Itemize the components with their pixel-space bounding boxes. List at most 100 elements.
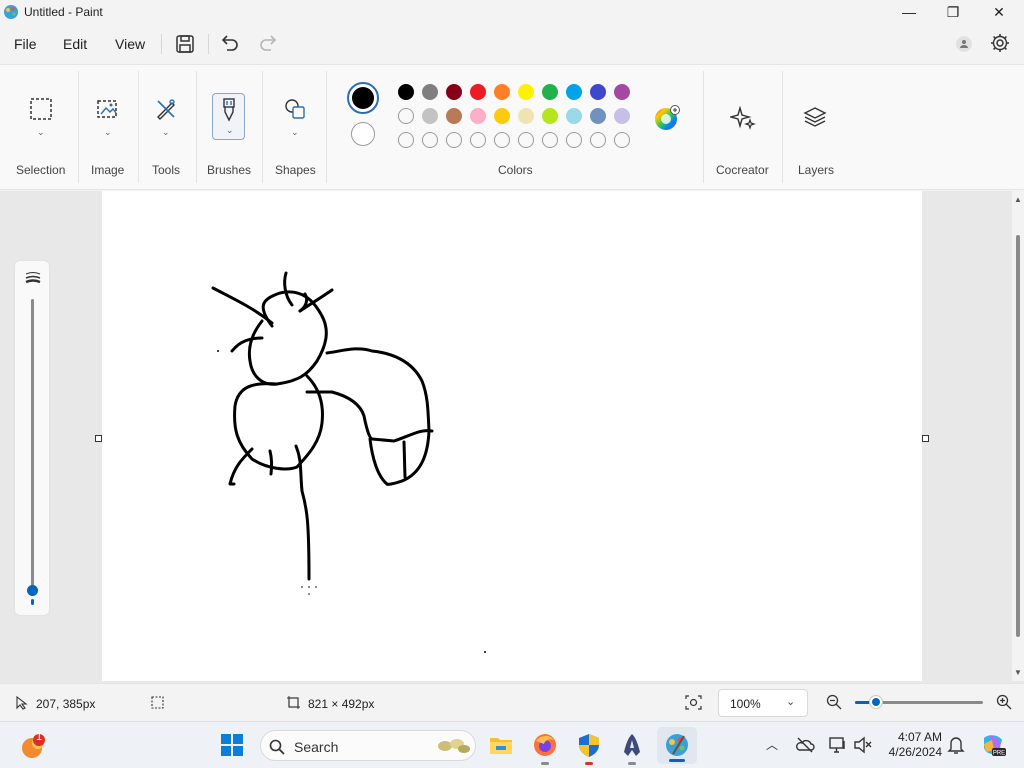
volume-muted-icon[interactable] — [853, 735, 873, 755]
custom-color-slot[interactable] — [422, 132, 438, 148]
menu-edit[interactable]: Edit — [63, 36, 87, 52]
onedrive-offline-icon[interactable] — [795, 735, 815, 755]
zoom-slider-thumb[interactable] — [870, 696, 882, 708]
custom-color-slot[interactable] — [590, 132, 606, 148]
chevron-down-icon[interactable]: ⌄ — [104, 127, 112, 138]
title-bar: Untitled - Paint — ❐ ✕ — [0, 0, 1024, 24]
menu-file[interactable]: File — [14, 36, 37, 52]
notifications-bell-icon[interactable] — [947, 735, 965, 755]
zoom-in-icon[interactable] — [996, 694, 1012, 710]
zoom-level-dropdown[interactable]: 100% ⌄ — [718, 689, 808, 717]
file-explorer-icon[interactable] — [488, 732, 514, 758]
palette-swatch[interactable] — [542, 84, 558, 100]
cocreator-sparkle-icon[interactable] — [730, 105, 756, 131]
menu-divider — [161, 34, 162, 54]
scroll-up-arrow-icon[interactable]: ▲ — [1014, 195, 1022, 204]
menu-view[interactable]: View — [115, 36, 145, 52]
close-button[interactable]: ✕ — [976, 0, 1022, 24]
firefox-icon[interactable] — [532, 732, 558, 758]
system-clock[interactable]: 4:07 AM 4/26/2024 — [880, 730, 942, 760]
selection-size-icon — [151, 696, 164, 709]
custom-color-slot[interactable] — [398, 132, 414, 148]
group-label-cocreator: Cocreator — [716, 163, 769, 177]
palette-swatch[interactable] — [566, 84, 582, 100]
show-hidden-icons-chevron-icon[interactable]: ︿ — [766, 736, 778, 753]
minimize-button[interactable]: — — [886, 0, 932, 24]
palette-swatch[interactable] — [422, 84, 438, 100]
brush-size-track[interactable] — [31, 299, 34, 589]
resize-handle-left[interactable] — [95, 435, 102, 442]
edit-colors-icon[interactable] — [654, 105, 682, 133]
linux-app-icon[interactable] — [619, 732, 645, 758]
security-shield-icon[interactable] — [576, 732, 602, 758]
palette-swatch[interactable] — [398, 84, 414, 100]
ribbon-divider — [326, 71, 327, 183]
custom-color-slot[interactable] — [566, 132, 582, 148]
drawing-canvas[interactable] — [102, 191, 922, 681]
palette-swatch[interactable] — [446, 108, 462, 124]
zoom-out-icon[interactable] — [826, 694, 842, 710]
network-icon[interactable] — [828, 735, 848, 755]
secondary-color-swatch[interactable] — [351, 122, 375, 146]
palette-swatch[interactable] — [614, 108, 630, 124]
group-label-selection: Selection — [16, 163, 66, 177]
palette-swatch[interactable] — [590, 84, 606, 100]
menu-divider — [208, 34, 209, 54]
palette-swatch[interactable] — [518, 108, 534, 124]
palette-swatch[interactable] — [542, 108, 558, 124]
windows-start-icon[interactable] — [220, 733, 244, 757]
palette-swatch[interactable] — [590, 108, 606, 124]
group-label-image: Image — [91, 163, 125, 177]
custom-color-slot[interactable] — [446, 132, 462, 148]
chevron-down-icon: ⌄ — [226, 125, 234, 135]
palette-swatch[interactable] — [470, 108, 486, 124]
brush-size-panel — [14, 260, 50, 616]
scroll-down-arrow-icon[interactable]: ▼ — [1014, 668, 1022, 677]
taskbar-search-box[interactable]: Search — [260, 730, 476, 761]
chevron-down-icon[interactable]: ⌄ — [37, 127, 45, 138]
brushes-button[interactable]: ⌄ — [212, 93, 245, 140]
palette-swatch[interactable] — [446, 84, 462, 100]
custom-color-slot[interactable] — [614, 132, 630, 148]
restore-button[interactable]: ❐ — [930, 0, 976, 24]
weather-widget-icon[interactable] — [18, 731, 48, 761]
image-crop-icon[interactable] — [96, 97, 120, 121]
primary-color-ring[interactable] — [347, 82, 379, 114]
custom-color-slot[interactable] — [494, 132, 510, 148]
palette-swatch[interactable] — [494, 84, 510, 100]
palette-swatch[interactable] — [494, 108, 510, 124]
scrollbar-thumb[interactable] — [1016, 235, 1020, 637]
custom-color-slot[interactable] — [542, 132, 558, 148]
palette-swatch[interactable] — [470, 84, 486, 100]
palette-swatch[interactable] — [614, 84, 630, 100]
account-icon[interactable] — [954, 34, 974, 54]
chevron-down-icon[interactable]: ⌄ — [291, 127, 299, 138]
group-label-tools: Tools — [152, 163, 181, 177]
copilot-pre-icon[interactable]: PRE — [980, 732, 1006, 758]
vertical-scrollbar[interactable]: ▲ ▼ — [1012, 191, 1024, 681]
selection-icon[interactable] — [29, 97, 53, 121]
taskbar-paint-active-tile[interactable] — [657, 727, 697, 764]
shapes-icon[interactable] — [283, 97, 307, 121]
canvas-size: 821 × 492px — [308, 697, 375, 711]
undo-icon[interactable] — [218, 32, 240, 54]
settings-gear-icon[interactable] — [989, 32, 1011, 54]
layers-icon[interactable] — [803, 105, 827, 129]
ribbon-divider — [262, 71, 263, 183]
resize-handle-right[interactable] — [922, 435, 929, 442]
brush-size-thumb[interactable] — [27, 585, 38, 596]
redo-icon[interactable] — [258, 32, 280, 54]
palette-swatch[interactable] — [566, 108, 582, 124]
palette-swatch[interactable] — [518, 84, 534, 100]
chevron-down-icon[interactable]: ⌄ — [162, 127, 170, 138]
tools-pencil-icon[interactable] — [154, 97, 178, 121]
ribbon-divider — [703, 71, 704, 183]
custom-color-slot[interactable] — [518, 132, 534, 148]
custom-color-slot[interactable] — [470, 132, 486, 148]
palette-swatch[interactable] — [422, 108, 438, 124]
taskbar-running-indicator — [628, 762, 636, 765]
palette-swatch[interactable] — [398, 108, 414, 124]
fit-to-window-icon[interactable] — [685, 695, 702, 710]
save-icon[interactable] — [174, 33, 196, 55]
ribbon-divider — [782, 71, 783, 183]
